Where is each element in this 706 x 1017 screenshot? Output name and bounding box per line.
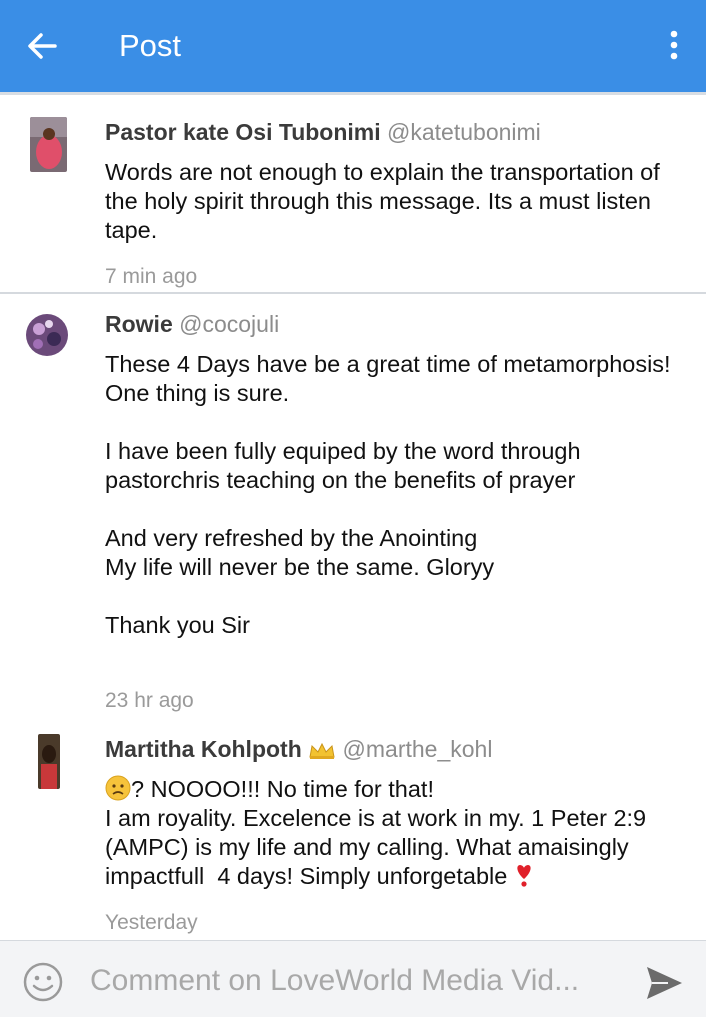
avatar[interactable] bbox=[30, 117, 67, 172]
app-bar: Post bbox=[0, 0, 706, 92]
page-title: Post bbox=[119, 28, 182, 63]
app-bar-divider bbox=[0, 92, 706, 95]
comment-composer bbox=[0, 940, 706, 1017]
author-handle[interactable]: @katetubonimi bbox=[387, 119, 541, 145]
comment-time: 23 hr ago bbox=[105, 689, 194, 712]
author-name[interactable]: Pastor kate Osi Tubonimi bbox=[105, 119, 381, 145]
emoji-button[interactable] bbox=[22, 961, 64, 1003]
comment-time: 7 min ago bbox=[105, 265, 198, 288]
comment-body: Words are not enough to explain the tran… bbox=[105, 159, 667, 243]
heavy-exclamation-heart-icon bbox=[517, 865, 531, 887]
user-photo-icon bbox=[30, 117, 67, 172]
author-handle[interactable]: @marthe_kohl bbox=[343, 736, 493, 762]
author-name[interactable]: Martitha Kohlpoth bbox=[105, 736, 302, 762]
send-button[interactable] bbox=[644, 963, 684, 1003]
comment-header: Rowie @cocojuli bbox=[105, 310, 279, 338]
comment-header: Martitha Kohlpoth @marthe_kohl bbox=[105, 735, 492, 763]
back-arrow-icon bbox=[28, 33, 57, 59]
author-handle[interactable]: @cocojuli bbox=[179, 311, 279, 337]
crown-icon bbox=[309, 742, 335, 759]
comment-header: Pastor kate Osi Tubonimi @katetubonimi bbox=[105, 118, 541, 146]
comment-body-rest: I am royality. Excelence is at work in m… bbox=[105, 805, 653, 889]
avatar[interactable] bbox=[24, 312, 70, 364]
more-vert-icon bbox=[670, 30, 678, 60]
back-button[interactable] bbox=[22, 26, 62, 66]
smiley-icon bbox=[23, 962, 63, 1002]
comment-input[interactable] bbox=[90, 961, 620, 1001]
avatar[interactable] bbox=[38, 734, 60, 789]
user-photo-icon bbox=[38, 734, 60, 789]
frowning-face-icon bbox=[105, 775, 131, 801]
author-name[interactable]: Rowie bbox=[105, 311, 173, 337]
user-photo-icon bbox=[24, 312, 70, 364]
send-icon bbox=[647, 967, 682, 999]
overflow-menu-button[interactable] bbox=[660, 26, 688, 66]
comment-body: These 4 Days have be a great time of met… bbox=[105, 351, 671, 638]
comment-body: ? NOOOO!!! No time for that! I am royali… bbox=[105, 775, 680, 891]
comment-time: Yesterday bbox=[105, 911, 198, 934]
comment-divider bbox=[0, 292, 706, 294]
comment-body-line1: ? NOOOO!!! No time for that! bbox=[131, 776, 434, 802]
